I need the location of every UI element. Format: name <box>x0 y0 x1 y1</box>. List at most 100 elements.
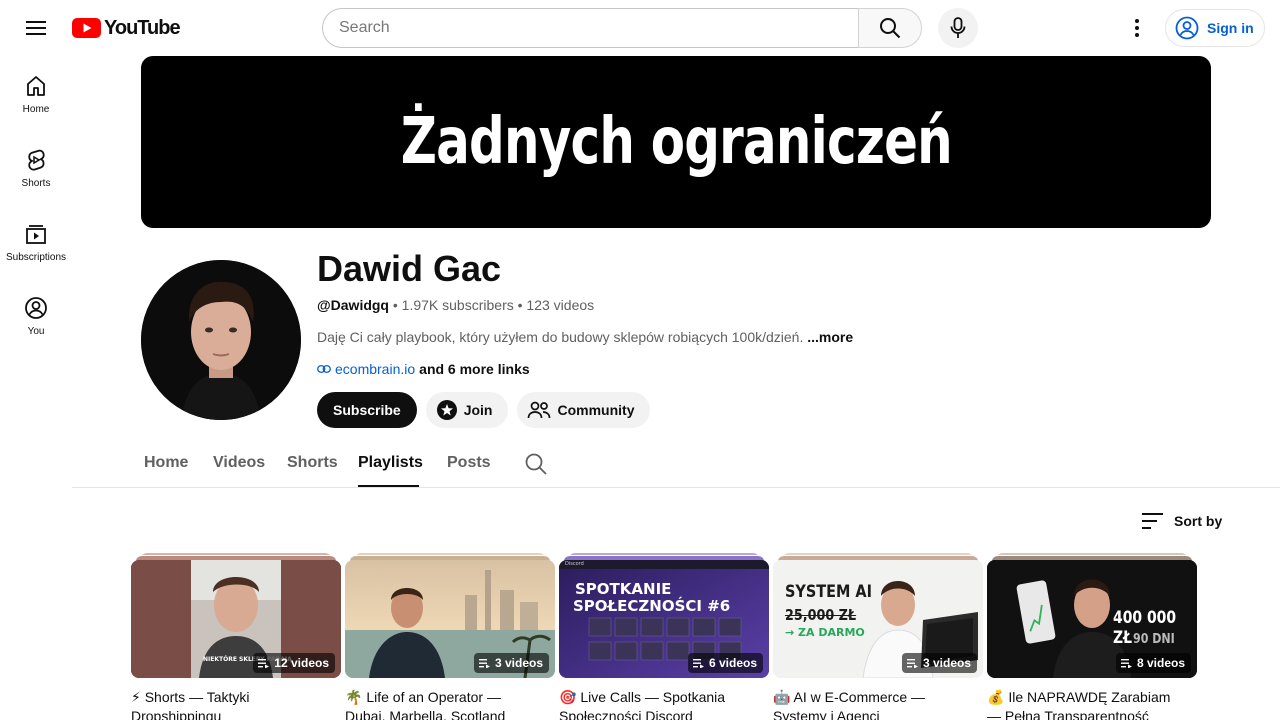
more-button[interactable]: ...more <box>807 329 853 345</box>
thumbnail-caption: → ZA DARMO <box>785 626 865 639</box>
playlist-thumbnail[interactable]: NIEKTÓRE SKLEPY PADAJĄ 12 videos <box>131 560 341 678</box>
side-nav: Home Shorts Subscriptions You <box>0 56 72 352</box>
tab-playlists[interactable]: Playlists <box>358 454 423 472</box>
guide-menu-button[interactable] <box>16 8 56 48</box>
channel-actions: Subscribe Join Community <box>317 392 651 428</box>
video-count: 8 videos <box>1136 656 1185 670</box>
video-count-badge: 3 videos <box>901 653 977 673</box>
playlist-icon <box>1120 658 1132 668</box>
playlist-icon <box>692 658 704 668</box>
playlist-thumbnail[interactable]: Discord SPOTKANIE SPOŁECZNOŚCI #6 6 vide… <box>559 560 769 678</box>
playlist-title-line: Dropshippingu <box>131 708 222 720</box>
playlist-title[interactable]: 💰 Ile NAPRAWDĘ Zarabiam — Pełna Transpar… <box>987 688 1197 720</box>
meta-separator: • <box>517 297 523 313</box>
video-count: 123 videos <box>526 297 595 313</box>
tab-videos[interactable]: Videos <box>213 454 265 472</box>
search-input[interactable] <box>339 19 859 37</box>
tab-shorts[interactable]: Shorts <box>287 454 338 472</box>
playlist-title[interactable]: ⚡ Shorts — Taktyki Dropshippingu <box>131 688 341 720</box>
video-count: 3 videos <box>494 656 543 670</box>
playlist-thumbnail[interactable]: SYSTEM AI 25,000 ZŁ → ZA DARMO 3 videos <box>773 560 983 678</box>
banner-text: Żadnych ograniczeń <box>400 105 952 179</box>
playlist-title-line: 💰 Ile NAPRAWDĘ Zarabiam <box>987 689 1171 705</box>
more-links-button[interactable]: and 6 more links <box>419 361 529 377</box>
playlist-icon <box>906 658 918 668</box>
youtube-play-icon <box>72 18 101 38</box>
sidebar-item-label: Subscriptions <box>5 252 67 263</box>
playlist-title-line: 🌴 Life of an Operator — <box>345 689 501 705</box>
shorts-icon <box>28 149 45 171</box>
you-icon <box>25 297 47 319</box>
playlist-title-line: 🤖 AI w E-Commerce — <box>773 689 926 705</box>
sidebar-item-label: Home <box>22 104 50 115</box>
playlist-thumbnail[interactable]: 3 videos <box>345 560 555 678</box>
community-label: Community <box>557 402 635 418</box>
channel-links: ecombrain.io and 6 more links <box>317 361 530 377</box>
people-icon <box>528 401 551 419</box>
playlist-title-line: Społeczności Discord <box>559 708 693 720</box>
youtube-logo[interactable]: YouTube <box>72 16 181 39</box>
home-icon <box>27 76 45 96</box>
search-button[interactable] <box>858 8 922 48</box>
microphone-icon <box>950 17 966 38</box>
subscriptions-icon <box>26 225 46 244</box>
link-icon <box>317 365 331 373</box>
playlist-title[interactable]: 🌴 Life of an Operator — Dubai, Marbella,… <box>345 688 555 720</box>
thumbnail-caption: SYSTEM AI <box>785 582 872 602</box>
sidebar-item-shorts[interactable]: Shorts <box>0 130 72 204</box>
sidebar-item-subscriptions[interactable]: Subscriptions <box>0 204 72 278</box>
avatar-portrait <box>141 260 301 420</box>
thumbnail-caption: 25,000 ZŁ <box>785 606 857 624</box>
channel-meta: @Dawidgq • 1.97K subscribers • 123 video… <box>317 297 594 313</box>
settings-more-button[interactable] <box>1117 8 1157 48</box>
playlist-title[interactable]: 🤖 AI w E-Commerce — Systemy i Agenci <box>773 688 983 720</box>
meta-separator: • <box>392 297 398 313</box>
sidebar-item-label: You <box>27 326 45 337</box>
channel-banner: Żadnych ograniczeń <box>141 56 1211 228</box>
video-count: 3 videos <box>922 656 971 670</box>
playlist-title-line: Dubai, Marbella, Scotland <box>345 708 506 720</box>
playlist-title-line: 🎯 Live Calls — Spotkania <box>559 689 726 705</box>
channel-description[interactable]: Daję Ci cały playbook, który użyłem do b… <box>317 329 853 345</box>
top-bar: YouTube Sign in <box>0 0 1280 56</box>
sidebar-item-home[interactable]: Home <box>0 56 72 130</box>
playlist-title-line: — Pełna Transparentność <box>987 708 1149 720</box>
tab-home[interactable]: Home <box>144 454 188 472</box>
channel-link[interactable]: ecombrain.io <box>335 361 415 377</box>
account-circle-icon <box>1175 16 1199 40</box>
join-star-icon <box>436 400 457 420</box>
sidebar-item-label: Shorts <box>21 178 51 189</box>
video-count-badge: 12 videos <box>253 653 335 673</box>
channel-tabs: Home Videos Shorts Playlists Posts <box>72 440 1280 488</box>
community-button[interactable]: Community <box>517 392 651 428</box>
video-count: 12 videos <box>274 656 329 670</box>
subscribe-button[interactable]: Subscribe <box>317 392 417 428</box>
active-tab-indicator <box>358 485 419 487</box>
playlist-title[interactable]: 🎯 Live Calls — Spotkania Społeczności Di… <box>559 688 769 720</box>
thumbnail-app-name: Discord <box>565 561 584 567</box>
logo-text: YouTube <box>104 16 181 39</box>
sort-label: Sort by <box>1174 513 1223 529</box>
sidebar-item-you[interactable]: You <box>0 278 72 352</box>
channel-search-icon[interactable] <box>524 452 548 476</box>
sort-by-button[interactable]: Sort by <box>1142 512 1222 530</box>
video-count-badge: 8 videos <box>1115 653 1191 673</box>
playlist-icon <box>478 658 490 668</box>
thumbnail-caption: SPOTKANIE <box>575 580 672 598</box>
playlist-title-line: ⚡ Shorts — Taktyki <box>131 689 250 705</box>
channel-avatar <box>141 260 301 420</box>
hamburger-icon <box>26 21 46 35</box>
sign-in-button[interactable]: Sign in <box>1165 9 1265 47</box>
tab-posts[interactable]: Posts <box>447 454 491 472</box>
video-count-badge: 3 videos <box>473 653 549 673</box>
thumbnail-caption: 90 DNI <box>1133 632 1175 647</box>
search-box <box>322 8 859 48</box>
playlist-thumbnail[interactable]: 400 000 ZŁ 90 DNI 8 videos <box>987 560 1197 678</box>
voice-search-button[interactable] <box>938 8 978 48</box>
join-button[interactable]: Join <box>425 392 509 428</box>
search-icon <box>880 18 901 39</box>
video-count: 6 videos <box>708 656 757 670</box>
description-text: Daję Ci cały playbook, który użyłem do b… <box>317 329 804 345</box>
sort-icon <box>1142 513 1163 529</box>
more-vertical-icon <box>1135 19 1139 37</box>
